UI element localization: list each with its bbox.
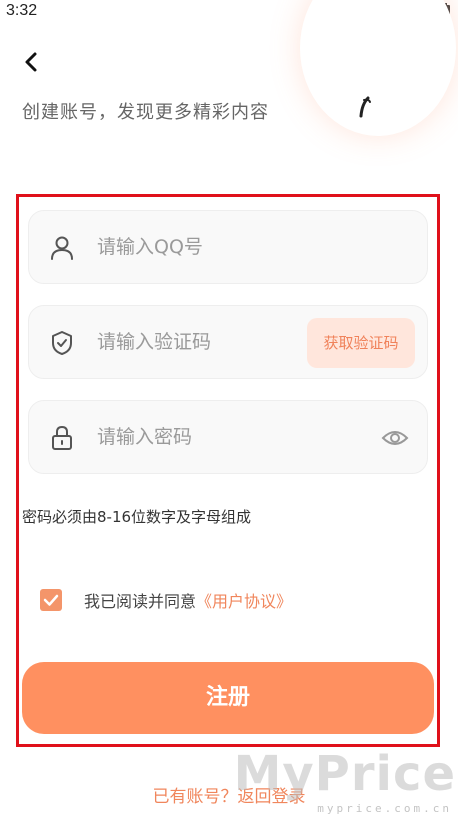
verification-code-input[interactable] xyxy=(97,306,297,378)
user-icon xyxy=(51,236,73,260)
register-button[interactable]: 注册 xyxy=(22,662,434,734)
verification-code-field[interactable]: 获取验证码 xyxy=(28,305,428,379)
back-arrow-icon[interactable] xyxy=(18,48,46,76)
eye-icon[interactable] xyxy=(381,425,409,451)
shield-icon xyxy=(52,331,72,355)
password-hint: 密码必须由8-16位数字及字母组成 xyxy=(22,508,252,526)
password-input[interactable] xyxy=(97,401,297,473)
password-field[interactable] xyxy=(28,400,428,474)
agreement-row: 我已阅读并同意 《用户协议》 xyxy=(40,588,292,612)
watermark-logo: MyPrice xyxy=(233,746,456,802)
get-code-button[interactable]: 获取验证码 xyxy=(307,318,415,368)
user-agreement-link[interactable]: 《用户协议》 xyxy=(196,588,292,612)
page-subtitle: 创建账号，发现更多精彩内容 xyxy=(22,102,269,123)
qq-input[interactable] xyxy=(97,211,297,283)
decorative-circle xyxy=(300,0,456,136)
lock-icon xyxy=(52,425,72,450)
status-time: 3:32 xyxy=(6,2,38,19)
watermark-url: myprice.com.cn xyxy=(317,802,452,815)
brush-stroke-icon xyxy=(359,96,371,118)
qq-field[interactable] xyxy=(28,210,428,284)
check-icon xyxy=(43,594,59,606)
agreement-checkbox[interactable] xyxy=(40,589,62,611)
agreement-text: 我已阅读并同意 xyxy=(84,592,197,611)
watermark: MyPrice myprice.com.cn xyxy=(234,746,456,820)
